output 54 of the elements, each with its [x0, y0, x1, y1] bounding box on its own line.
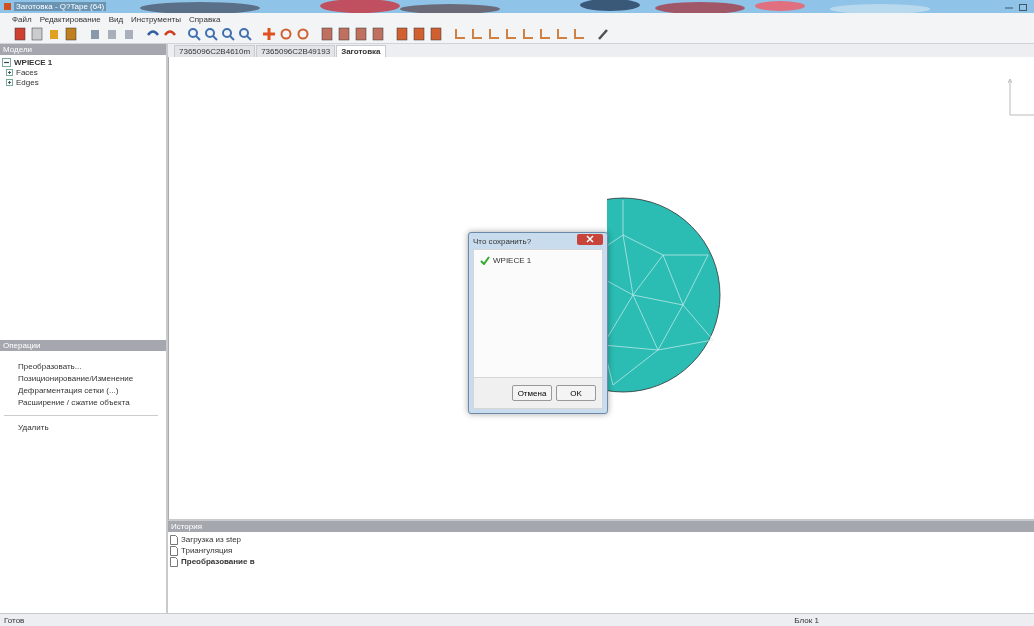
zoom-icon[interactable]: [238, 27, 252, 41]
checkmark-icon[interactable]: [480, 256, 490, 265]
tree-item[interactable]: Edges: [16, 77, 39, 87]
status-text: Готов: [4, 615, 25, 625]
list-item[interactable]: WPIECE 1: [493, 256, 532, 265]
menu-item[interactable]: Справка: [189, 14, 221, 24]
panel-header: История: [168, 521, 1034, 532]
move-icon[interactable]: [262, 27, 276, 41]
expander-icon[interactable]: [2, 57, 11, 67]
panel-header: Модели: [0, 44, 166, 55]
menu-item[interactable]: Инструменты: [131, 14, 181, 24]
app-icon: [4, 3, 11, 10]
document-tab[interactable]: 7365096C2B49193: [256, 45, 336, 57]
tree-item[interactable]: WPIECE 1: [14, 57, 53, 67]
ok-button[interactable]: OK: [556, 385, 596, 401]
history-item[interactable]: Загрузка из step: [181, 535, 242, 544]
close-icon[interactable]: [577, 233, 603, 245]
document-icon[interactable]: [13, 27, 27, 41]
operation-item[interactable]: Позиционирование/Изменение: [0, 373, 166, 385]
tree-item[interactable]: Faces: [16, 67, 38, 77]
pen-icon[interactable]: [596, 27, 610, 41]
expander-icon[interactable]: [6, 68, 13, 76]
axis-icon[interactable]: [555, 27, 569, 41]
window-title: Заготовка - Q?Tape (64): [14, 2, 107, 11]
status-text: Блок 1: [794, 615, 819, 625]
menu-item[interactable]: Редактирование: [39, 14, 101, 24]
rotate-icon[interactable]: [279, 27, 293, 41]
operation-item[interactable]: Преобразовать...: [0, 361, 166, 373]
zoom-icon[interactable]: [204, 27, 218, 41]
dialog-title: Что сохранить?: [473, 236, 532, 246]
menu-item[interactable]: Файл: [12, 14, 32, 24]
zoom-icon[interactable]: [221, 27, 235, 41]
axis-icon[interactable]: [487, 27, 501, 41]
maximize-icon[interactable]: [1018, 2, 1028, 11]
panel-header: Операции: [0, 340, 166, 351]
delete-item[interactable]: Удалить: [0, 422, 166, 434]
axis-icon[interactable]: [572, 27, 586, 41]
history-item[interactable]: Преобразование в: [181, 557, 255, 566]
axis-icon[interactable]: [453, 27, 467, 41]
axis-icon[interactable]: [504, 27, 518, 41]
document-tab[interactable]: Заготовка: [336, 45, 386, 57]
operation-item[interactable]: Дефрагментация сетки (...): [0, 385, 166, 397]
menu-item[interactable]: Вид: [108, 14, 124, 24]
rotate-icon[interactable]: [296, 27, 310, 41]
zoom-icon[interactable]: [187, 27, 201, 41]
axis-icon[interactable]: [470, 27, 484, 41]
axis-indicator-icon: [1008, 77, 1034, 117]
document-tab[interactable]: 7365096C2B4610m: [174, 45, 256, 57]
history-item[interactable]: Триангуляция: [181, 546, 233, 555]
expander-icon[interactable]: [6, 78, 13, 86]
axis-icon[interactable]: [521, 27, 535, 41]
cancel-button[interactable]: Отмена: [512, 385, 552, 401]
operation-item[interactable]: Расширение / сжатие объекта: [0, 397, 166, 409]
axis-icon[interactable]: [538, 27, 552, 41]
